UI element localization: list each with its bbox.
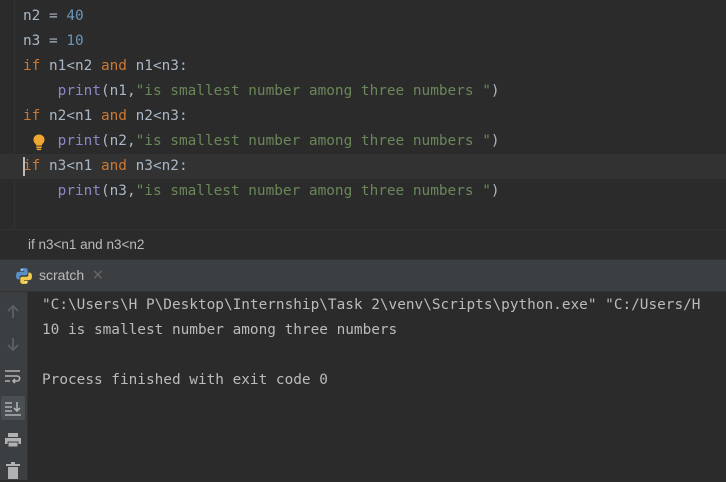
code-line-2[interactable]: n3 = 10 xyxy=(0,29,726,54)
code-line-1[interactable]: n2 = 40 xyxy=(0,4,726,29)
code-token: n3<n1 xyxy=(40,158,101,174)
number-literal: 40 xyxy=(66,8,84,24)
code-editor[interactable]: n2 = 40 n3 = 10 if n1<n2 and n1<n3: prin… xyxy=(0,0,726,229)
code-token: ) xyxy=(490,83,500,99)
close-icon[interactable]: × xyxy=(92,266,104,284)
soft-wrap-icon[interactable] xyxy=(1,364,25,388)
keyword: and xyxy=(100,58,127,74)
arrow-up-icon[interactable] xyxy=(1,300,25,324)
number-literal: 10 xyxy=(66,33,84,49)
code-token: n2 = xyxy=(23,8,67,24)
code-token: n1<n3: xyxy=(126,58,188,74)
keyword: and xyxy=(100,158,127,174)
code-line-3[interactable]: if n1<n2 and n1<n3: xyxy=(0,54,726,79)
keyword: and xyxy=(100,108,127,124)
code-token: n1<n2 xyxy=(40,58,101,74)
code-line-4[interactable]: print(n1,"is smallest number among three… xyxy=(0,79,726,104)
builtin-function: print xyxy=(57,83,101,99)
console-line: 10 is smallest number among three number… xyxy=(42,322,398,338)
console-line: Process finished with exit code 0 xyxy=(42,372,328,388)
keyword: if xyxy=(23,58,41,74)
run-tab-scratch[interactable]: scratch × xyxy=(0,260,118,291)
code-token: ) xyxy=(490,183,500,199)
code-token: n3 = xyxy=(23,33,67,49)
string-literal: "is smallest number among three numbers … xyxy=(135,83,491,99)
code-line-8[interactable]: print(n3,"is smallest number among three… xyxy=(0,179,726,204)
breadcrumb[interactable]: if n3<n1 and n3<n2 xyxy=(0,229,726,260)
code-token: (n3, xyxy=(100,183,136,199)
string-literal: "is smallest number among three numbers … xyxy=(135,183,491,199)
run-tab-label: scratch xyxy=(39,267,85,283)
print-icon[interactable] xyxy=(1,428,25,452)
trash-icon[interactable] xyxy=(1,458,25,482)
builtin-function: print xyxy=(57,183,101,199)
run-tool-window-header: scratch × xyxy=(0,259,726,292)
code-token: ) xyxy=(490,133,500,149)
run-console-output[interactable]: "C:\Users\H P\Desktop\Internship\Task 2\… xyxy=(28,292,726,480)
scroll-to-end-icon[interactable] xyxy=(1,396,25,420)
code-token: n3<n2: xyxy=(126,158,188,174)
python-icon xyxy=(16,268,32,284)
code-token: (n2, xyxy=(100,133,136,149)
code-token: n2<n1 xyxy=(40,108,101,124)
breadcrumb-item[interactable]: if n3<n1 and n3<n2 xyxy=(28,237,144,252)
builtin-function: print xyxy=(57,133,101,149)
keyword: if xyxy=(23,158,41,174)
keyword: if xyxy=(23,108,41,124)
code-token: n2<n3: xyxy=(126,108,188,124)
code-line-5[interactable]: if n2<n1 and n2<n3: xyxy=(0,104,726,129)
string-literal: "is smallest number among three numbers … xyxy=(135,133,491,149)
code-line-7[interactable]: if n3<n1 and n3<n2: xyxy=(0,154,726,179)
code-line-6[interactable]: print(n2,"is smallest number among three… xyxy=(0,129,726,154)
console-line: "C:\Users\H P\Desktop\Internship\Task 2\… xyxy=(42,297,701,313)
run-toolbar xyxy=(0,292,28,480)
code-token: (n1, xyxy=(100,83,136,99)
text-caret xyxy=(23,157,25,176)
arrow-down-icon[interactable] xyxy=(1,332,25,356)
